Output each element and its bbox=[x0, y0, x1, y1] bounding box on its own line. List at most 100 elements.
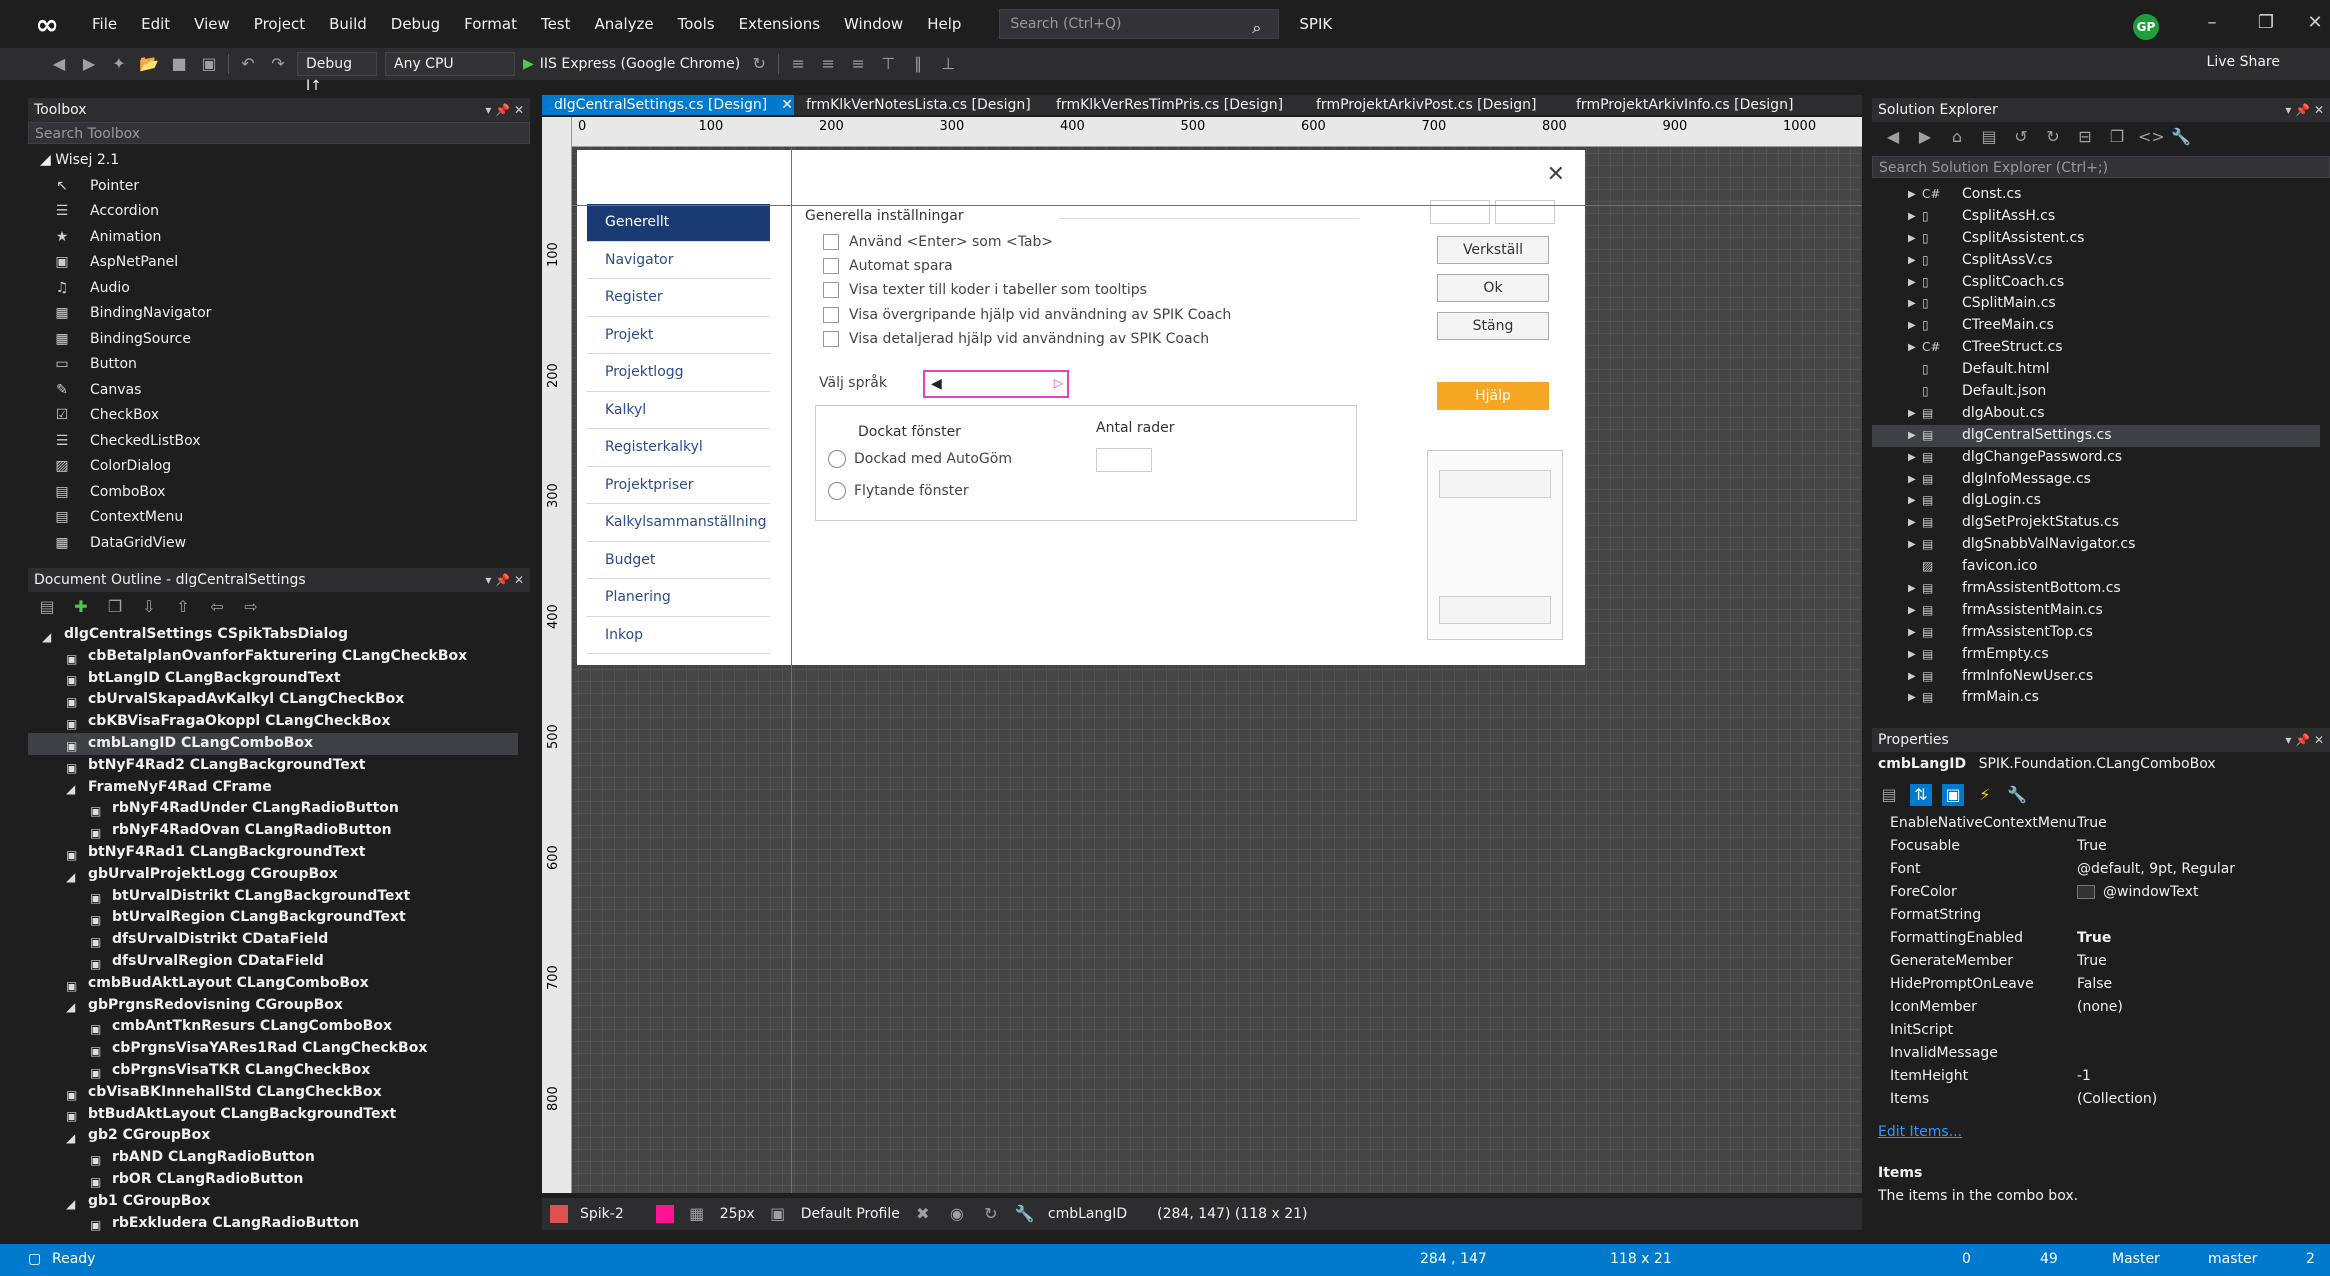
solution-file[interactable]: ▶ ▯ CSplitMain.cs bbox=[1872, 293, 2320, 315]
panel-controls-icon[interactable]: ▾ 📌 ✕ bbox=[485, 568, 524, 592]
push-count[interactable]: 0 bbox=[1962, 1251, 1971, 1267]
apply-button[interactable]: Verkställ bbox=[1437, 236, 1549, 264]
toolbox-item-accordion[interactable]: ☰ Accordion bbox=[28, 199, 530, 225]
expand-arrow-icon[interactable]: ▶ bbox=[1908, 622, 1922, 644]
categorized-icon[interactable]: ▤ bbox=[1878, 784, 1900, 806]
refresh-icon[interactable]: ↻ bbox=[2042, 126, 2064, 148]
align-left-icon[interactable]: ≡ bbox=[787, 53, 809, 75]
forward-icon[interactable]: ▶ bbox=[1914, 126, 1936, 148]
expand-arrow-icon[interactable]: ▶ bbox=[1908, 293, 1922, 315]
tab-close-icon[interactable]: ✕ bbox=[781, 97, 793, 113]
property-row[interactable]: GenerateMember True bbox=[1872, 950, 2318, 973]
nav-item-3[interactable]: Projekt bbox=[587, 317, 770, 354]
platform-select[interactable]: Any CPU bbox=[385, 52, 515, 76]
property-row[interactable]: ForeColor @windowText bbox=[1872, 881, 2318, 904]
expand-arrow-icon[interactable]: ▶ bbox=[1908, 315, 1922, 337]
outline-node[interactable]: ▣ cbKBVisaFragaOkoppl CLangCheckBox bbox=[28, 711, 518, 733]
solution-file[interactable]: ▶ ▤ frmAssistentBottom.cs bbox=[1872, 578, 2320, 600]
minimize-icon[interactable]: – bbox=[2197, 12, 2227, 40]
repository-name[interactable]: Master bbox=[2112, 1251, 2160, 1267]
toolbox-item-pointer[interactable]: ↖ Pointer bbox=[28, 174, 530, 200]
menu-extensions[interactable]: Extensions bbox=[727, 6, 832, 42]
solution-file[interactable]: ▶ ▤ dlgChangePassword.cs bbox=[1872, 447, 2320, 469]
menu-edit[interactable]: Edit bbox=[129, 6, 182, 42]
menu-debug[interactable]: Debug bbox=[379, 6, 452, 42]
expand-arrow-icon[interactable]: ▶ bbox=[1908, 447, 1922, 469]
property-row[interactable]: InvalidMessage bbox=[1872, 1042, 2318, 1065]
empty-button[interactable] bbox=[1439, 596, 1551, 624]
outline-node[interactable]: ▣ dfsUrvalDistrikt CDataField bbox=[28, 929, 518, 951]
outline-node[interactable]: ▣ cbUrvalSkapadAvKalkyl CLangCheckBox bbox=[28, 689, 518, 711]
expand-arrow-icon[interactable]: ▶ bbox=[1908, 403, 1922, 425]
outline-node[interactable]: ▣ rbAND CLangRadioButton bbox=[28, 1147, 518, 1169]
visual-studio-logo-icon[interactable]: ∞ bbox=[30, 7, 64, 41]
solution-file[interactable]: ▶ ▤ frmAssistentMain.cs bbox=[1872, 600, 2320, 622]
toolbox-item-aspnetpanel[interactable]: ▣ AspNetPanel bbox=[28, 250, 530, 276]
nav-item-6[interactable]: Registerkalkyl bbox=[587, 429, 770, 467]
property-value[interactable]: @default, 9pt, Regular bbox=[2077, 858, 2318, 881]
run-button[interactable]: ▶ IIS Express (Google Chrome) bbox=[523, 56, 740, 72]
menu-file[interactable]: File bbox=[80, 6, 129, 42]
solution-search[interactable]: Search Solution Explorer (Ctrl+;) bbox=[1872, 156, 2330, 178]
property-value[interactable] bbox=[2077, 1019, 2318, 1042]
property-value[interactable]: True bbox=[2077, 812, 2318, 835]
align-right-icon[interactable]: ≡ bbox=[847, 53, 869, 75]
sync-icon[interactable]: ↻ bbox=[980, 1203, 1002, 1225]
nav-item-5[interactable]: Kalkyl bbox=[587, 392, 770, 429]
outline-node[interactable]: ▣ btUrvalRegion CLangBackgroundText bbox=[28, 907, 518, 929]
solution-file[interactable]: ▶ ▤ frmInfoNewUser.cs bbox=[1872, 666, 2320, 688]
solution-file[interactable]: ▶ ▯ CsplitCoach.cs bbox=[1872, 272, 2320, 294]
outline-node[interactable]: ◢ dlgCentralSettings CSpikTabsDialog bbox=[28, 624, 518, 646]
changes-count[interactable]: 49 bbox=[2040, 1251, 2058, 1267]
code-icon[interactable]: <> bbox=[2138, 126, 2165, 148]
empty-field[interactable] bbox=[1495, 200, 1555, 224]
property-value[interactable]: True bbox=[2077, 835, 2318, 858]
move-down-icon[interactable]: ⇩ bbox=[138, 596, 160, 618]
open-folder-icon[interactable]: 📂 bbox=[138, 53, 160, 75]
profile-select[interactable]: Default Profile bbox=[801, 1206, 900, 1222]
solution-file[interactable]: ▶ ▤ frmEmpty.cs bbox=[1872, 644, 2320, 666]
outline-node[interactable]: ▣ rbNyF4RadOvan CLangRadioButton bbox=[28, 820, 518, 842]
solution-file[interactable]: ▶ ▤ dlgSnabbValNavigator.cs bbox=[1872, 534, 2320, 556]
toolbox-item-datagridview[interactable]: ▦ DataGridView bbox=[28, 531, 530, 557]
central-settings-dialog[interactable]: ✕ Generellt Navigator Register Projekt Proje… bbox=[577, 150, 1585, 665]
outline-node[interactable]: ▣ btNyF4Rad1 CLangBackgroundText bbox=[28, 842, 518, 864]
add-icon[interactable]: ✚ bbox=[70, 596, 92, 618]
property-value[interactable] bbox=[2077, 1042, 2318, 1065]
nav-item-7[interactable]: Projektpriser bbox=[587, 467, 770, 504]
setting-checkbox[interactable]: Visa texter till koder i tabeller som to… bbox=[823, 282, 1147, 299]
outline-node[interactable]: ▣ btBudAktLayout CLangBackgroundText bbox=[28, 1104, 518, 1126]
toolbox-search[interactable]: Search Toolbox bbox=[28, 122, 530, 144]
property-pages-icon[interactable]: 🔧 bbox=[2006, 784, 2028, 806]
property-row[interactable]: Focusable True bbox=[1872, 835, 2318, 858]
alphabetical-icon[interactable]: ⇅ bbox=[1910, 784, 1932, 806]
outline-node[interactable]: ▣ rbOR CLangRadioButton bbox=[28, 1169, 518, 1191]
nav-item-2[interactable]: Register bbox=[587, 279, 770, 317]
property-value[interactable]: True bbox=[2077, 927, 2318, 950]
expand-arrow-icon[interactable]: ▶ bbox=[1908, 469, 1922, 491]
menu-build[interactable]: Build bbox=[317, 6, 379, 42]
toolbox-item-colordialog[interactable]: ▨ ColorDialog bbox=[28, 454, 530, 480]
solution-file[interactable]: ▶ ▤ dlgAbout.cs bbox=[1872, 403, 2320, 425]
solution-file[interactable]: ▶ ▤ dlgInfoMessage.cs bbox=[1872, 469, 2320, 491]
expand-arrow-icon[interactable]: ▶ bbox=[1908, 600, 1922, 622]
delete-icon[interactable]: ✖ bbox=[912, 1203, 934, 1225]
outline-node[interactable]: ▣ btUrvalDistrikt CLangBackgroundText bbox=[28, 886, 518, 908]
property-value[interactable]: False bbox=[2077, 973, 2318, 996]
grid-size-select[interactable]: 25px bbox=[720, 1206, 755, 1222]
panel-controls-icon[interactable]: ▾ 📌 ✕ bbox=[2285, 728, 2324, 752]
branch-name[interactable]: master bbox=[2208, 1251, 2257, 1267]
close-window-icon[interactable]: ✕ bbox=[2300, 12, 2330, 40]
expand-arrow-icon[interactable]: ▶ bbox=[1908, 228, 1922, 250]
back-icon[interactable]: ◀ bbox=[48, 53, 70, 75]
nav-item-8[interactable]: Kalkylsammanställning bbox=[587, 504, 770, 542]
expand-arrow-icon[interactable]: ▶ bbox=[1908, 490, 1922, 512]
property-value[interactable]: @windowText bbox=[2077, 881, 2318, 904]
expand-arrow-icon[interactable]: ▶ bbox=[1908, 337, 1922, 359]
solution-file[interactable]: ▶ ▯ CTreeMain.cs bbox=[1872, 315, 2320, 337]
expand-arrow-icon[interactable]: ▶ bbox=[1908, 184, 1922, 206]
setting-checkbox[interactable]: Visa övergripande hjälp vid användning a… bbox=[823, 306, 1231, 323]
property-value[interactable] bbox=[2077, 904, 2318, 927]
outline-node[interactable]: ▣ cbVisaBKInnehallStd CLangCheckBox bbox=[28, 1082, 518, 1104]
help-button[interactable]: Hjälp bbox=[1437, 382, 1549, 410]
